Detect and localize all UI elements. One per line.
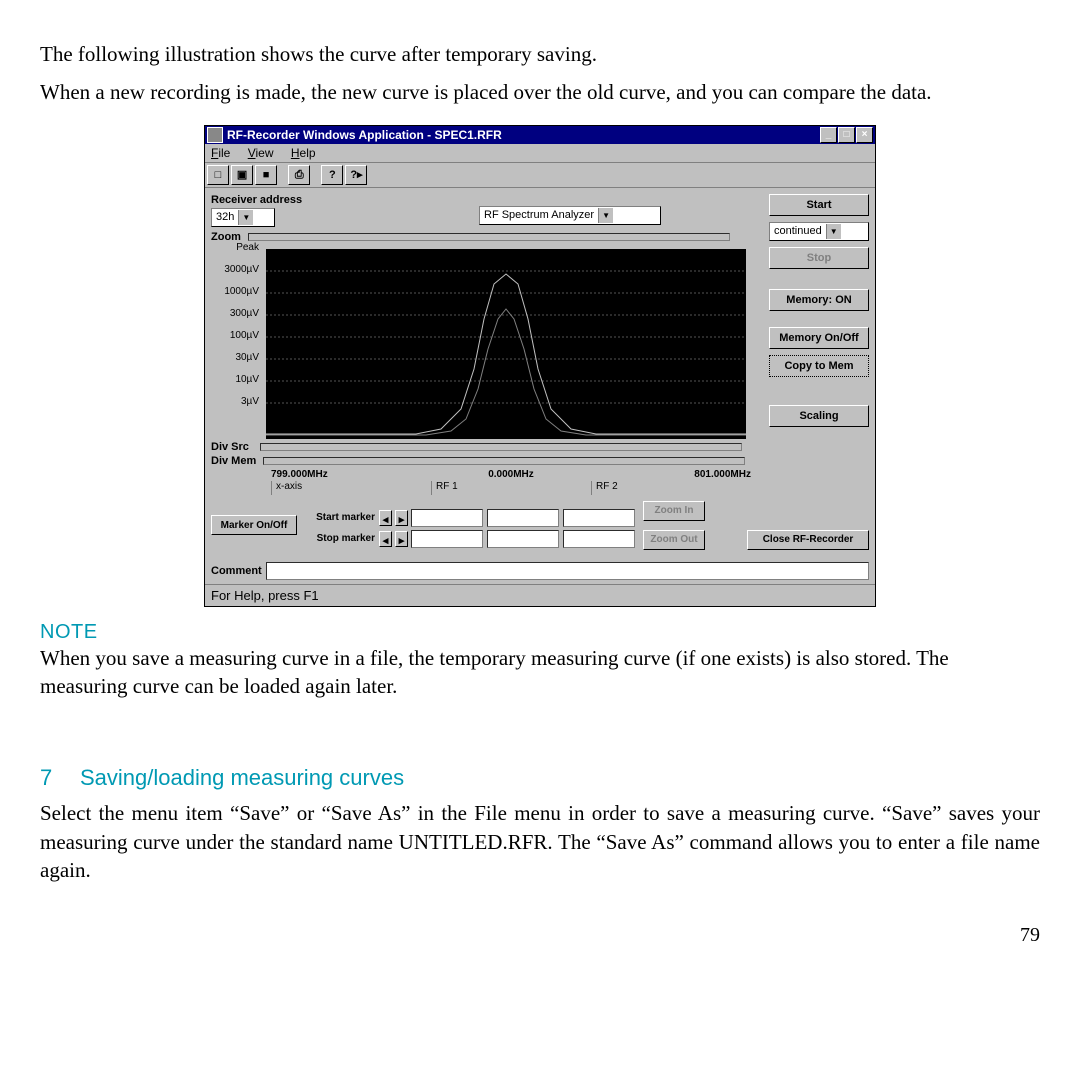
minimize-button[interactable]: _ <box>820 127 837 143</box>
toolbar: □ ▣ ■ ⎙ ? ?▸ <box>205 162 875 187</box>
maximize-button[interactable]: □ <box>838 127 855 143</box>
new-icon[interactable]: □ <box>207 165 229 185</box>
start-marker-label: Start marker <box>305 512 375 523</box>
app-window: RF-Recorder Windows Application - SPEC1.… <box>204 125 876 607</box>
analyzer-value: RF Spectrum Analyzer <box>480 209 598 221</box>
receiver-address-combo[interactable]: 32h ▼ <box>211 208 275 227</box>
menu-view[interactable]: View <box>248 146 274 160</box>
close-button[interactable]: × <box>856 127 873 143</box>
analyzer-combo[interactable]: RF Spectrum Analyzer ▼ <box>479 206 661 225</box>
div-src-label: Div Src <box>211 441 249 453</box>
axis-sub-labels: x-axis RF 1 RF 2 <box>271 481 751 495</box>
close-recorder-button[interactable]: Close RF-Recorder <box>747 530 869 550</box>
page-number: 79 <box>40 924 1040 947</box>
window-title: RF-Recorder Windows Application - SPEC1.… <box>227 128 819 142</box>
save-icon[interactable]: ■ <box>255 165 277 185</box>
scaling-button[interactable]: Scaling <box>769 405 869 427</box>
chevron-down-icon[interactable]: ▼ <box>598 208 613 223</box>
open-icon[interactable]: ▣ <box>231 165 253 185</box>
y-axis-labels: Peak 3000µV 1000µV 300µV 100µV 30µV 10µV… <box>211 243 259 419</box>
comment-field[interactable] <box>266 562 869 580</box>
title-bar: RF-Recorder Windows Application - SPEC1.… <box>205 126 875 144</box>
intro-paragraph-2: When a new recording is made, the new cu… <box>40 78 1040 106</box>
stop-marker-field-2[interactable] <box>487 530 559 548</box>
note-label: NOTE <box>40 621 1040 644</box>
x-axis-labels: 799.000MHz 0.000MHz 801.000MHz <box>271 469 751 480</box>
spectrum-chart <box>266 249 746 439</box>
section-7-body: Select the menu item “Save” or “Save As”… <box>40 799 1040 884</box>
zoom-label: Zoom <box>211 231 241 243</box>
chevron-down-icon[interactable]: ▼ <box>826 224 841 239</box>
zoom-in-button[interactable]: Zoom In <box>643 501 705 521</box>
start-marker-field-3[interactable] <box>563 509 635 527</box>
memory-status-button[interactable]: Memory: ON <box>769 289 869 311</box>
receiver-address-value: 32h <box>212 211 238 223</box>
stop-marker-right-icon[interactable]: ▸ <box>395 531 408 547</box>
intro-paragraph-1: The following illustration shows the cur… <box>40 40 1040 68</box>
menu-bar: File View Help <box>205 144 875 162</box>
mode-combo-value: continued <box>770 225 826 237</box>
start-marker-left-icon[interactable]: ◂ <box>379 510 392 526</box>
start-marker-field-2[interactable] <box>487 509 559 527</box>
zoom-out-button[interactable]: Zoom Out <box>643 530 705 550</box>
section-7-heading: 7Saving/loading measuring curves <box>40 765 1040 791</box>
help-icon[interactable]: ? <box>321 165 343 185</box>
mode-combo[interactable]: continued ▼ <box>769 222 869 241</box>
start-marker-field-1[interactable] <box>411 509 483 527</box>
chevron-down-icon[interactable]: ▼ <box>238 210 253 225</box>
stop-marker-field-3[interactable] <box>563 530 635 548</box>
status-bar: For Help, press F1 <box>205 584 875 606</box>
print-icon[interactable]: ⎙ <box>288 165 310 185</box>
stop-button[interactable]: Stop <box>769 247 869 269</box>
div-mem-label: Div Mem <box>211 455 256 467</box>
note-text: When you save a measuring curve in a fil… <box>40 644 1040 701</box>
start-button[interactable]: Start <box>769 194 869 216</box>
copy-to-mem-button[interactable]: Copy to Mem <box>769 355 869 377</box>
stop-marker-field-1[interactable] <box>411 530 483 548</box>
memory-toggle-button[interactable]: Memory On/Off <box>769 327 869 349</box>
stop-marker-label: Stop marker <box>305 533 375 544</box>
app-icon <box>207 127 223 143</box>
client-area: Start continued ▼ Stop Memory: ON Memory… <box>205 187 875 584</box>
right-button-column: Start continued ▼ Stop Memory: ON Memory… <box>769 194 869 433</box>
stop-marker-left-icon[interactable]: ◂ <box>379 531 392 547</box>
marker-onoff-button[interactable]: Marker On/Off <box>211 515 297 535</box>
receiver-address-label: Receiver address <box>211 194 302 206</box>
start-marker-right-icon[interactable]: ▸ <box>395 510 408 526</box>
comment-label: Comment <box>211 565 262 577</box>
div-src-bar <box>260 443 742 451</box>
context-help-icon[interactable]: ?▸ <box>345 165 367 185</box>
menu-help[interactable]: Help <box>291 146 316 160</box>
zoom-bar[interactable] <box>248 233 730 241</box>
menu-file[interactable]: File <box>211 146 230 160</box>
div-mem-bar <box>263 457 745 465</box>
